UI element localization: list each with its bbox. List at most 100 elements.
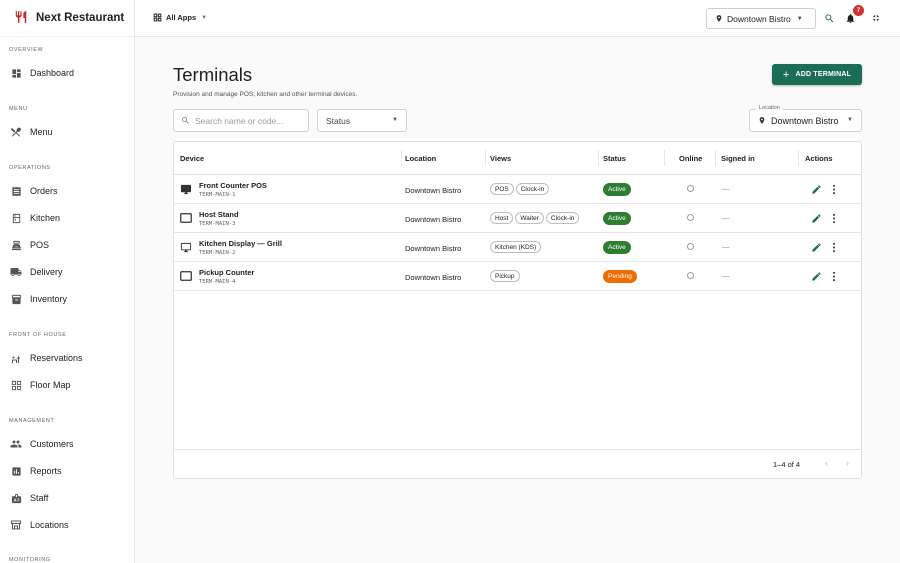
add-terminal-label: ADD TERMINAL bbox=[795, 71, 852, 78]
next-page-chevron-icon[interactable]: › bbox=[846, 458, 849, 468]
edit-pencil-icon[interactable] bbox=[810, 241, 822, 253]
inventory-icon bbox=[10, 293, 22, 305]
utensils-icon bbox=[10, 126, 22, 138]
search-field[interactable] bbox=[173, 109, 309, 132]
caret-down-icon: ▼ bbox=[796, 15, 803, 22]
pin-icon bbox=[715, 14, 723, 23]
sidebar-item-menu[interactable]: Menu bbox=[0, 122, 134, 142]
grid-icon bbox=[10, 379, 22, 391]
prev-page-chevron-icon[interactable]: ‹ bbox=[825, 458, 828, 468]
collapse-icon[interactable] bbox=[870, 12, 882, 24]
section-overview: OVERVIEW bbox=[9, 47, 44, 53]
all-apps-menu[interactable]: All Apps ▼ bbox=[153, 13, 207, 22]
sidebar-item-label: Menu bbox=[30, 127, 53, 137]
sidebar: Next Restaurant OVERVIEW Dashboard MENU … bbox=[0, 0, 135, 563]
column-header-signed-in[interactable]: Signed in bbox=[721, 154, 755, 163]
device-location: Downtown Bistro bbox=[405, 215, 462, 224]
offline-indicator-icon bbox=[687, 243, 694, 250]
view-chip: POS bbox=[490, 183, 514, 195]
sidebar-item-reservations[interactable]: Reservations bbox=[0, 348, 134, 368]
device-name: Front Counter POS bbox=[199, 181, 267, 190]
search-icon[interactable] bbox=[823, 12, 835, 24]
sidebar-item-label: Delivery bbox=[30, 267, 63, 277]
sidebar-item-delivery[interactable]: Delivery bbox=[0, 262, 134, 282]
device-code: TERM-MAIN-3 bbox=[199, 221, 236, 227]
sidebar-item-pos[interactable]: POS bbox=[0, 235, 134, 255]
device-name: Host Stand bbox=[199, 210, 239, 219]
people-icon bbox=[10, 438, 22, 450]
section-menu: MENU bbox=[9, 106, 28, 112]
view-chip: Waiter bbox=[515, 212, 544, 224]
search-input[interactable] bbox=[195, 115, 300, 126]
sidebar-item-label: Kitchen bbox=[30, 213, 61, 223]
views-chips: POS Clock-in bbox=[490, 183, 551, 195]
views-chips: Pickup bbox=[490, 270, 522, 282]
more-vert-icon[interactable] bbox=[830, 241, 838, 253]
sidebar-item-floor-map[interactable]: Floor Map bbox=[0, 375, 134, 395]
sidebar-item-kitchen[interactable]: Kitchen bbox=[0, 208, 134, 228]
location-switcher[interactable]: Downtown Bistro ▼ bbox=[706, 8, 816, 29]
sidebar-item-label: Dashboard bbox=[30, 68, 75, 78]
column-header-location[interactable]: Location bbox=[405, 154, 436, 163]
table-row[interactable]: Kitchen Display — Grill TERM-MAIN-2 Down… bbox=[174, 233, 861, 262]
signed-in-value: — bbox=[722, 184, 730, 193]
column-divider bbox=[798, 150, 799, 166]
column-header-device[interactable]: Device bbox=[180, 154, 204, 163]
brand[interactable]: Next Restaurant bbox=[0, 0, 134, 37]
more-vert-icon[interactable] bbox=[830, 183, 838, 195]
sidebar-item-label: Floor Map bbox=[30, 380, 71, 390]
column-divider bbox=[401, 150, 402, 166]
view-chip: Clock-in bbox=[545, 212, 580, 224]
device-location: Downtown Bistro bbox=[405, 273, 462, 282]
status-badge: Active bbox=[603, 241, 631, 254]
section-operations: OPERATIONS bbox=[9, 165, 51, 171]
storefront-icon bbox=[10, 519, 22, 531]
view-chip: Host bbox=[490, 212, 514, 224]
column-header-views[interactable]: Views bbox=[490, 154, 511, 163]
more-vert-icon[interactable] bbox=[830, 270, 838, 282]
column-header-status[interactable]: Status bbox=[603, 154, 626, 163]
apps-grid-icon bbox=[153, 13, 162, 22]
sidebar-item-orders[interactable]: Orders bbox=[0, 181, 134, 201]
topbar: All Apps ▼ Downtown Bistro ▼ 7 bbox=[135, 0, 900, 37]
sidebar-item-inventory[interactable]: Inventory bbox=[0, 289, 134, 309]
sidebar-item-locations[interactable]: Locations bbox=[0, 515, 134, 535]
app-name: Next Restaurant bbox=[36, 12, 125, 24]
status-filter-select[interactable]: Status ▼ bbox=[317, 109, 407, 132]
edit-pencil-icon[interactable] bbox=[810, 183, 822, 195]
sidebar-item-label: Reports bbox=[30, 466, 62, 476]
desktop-icon bbox=[180, 184, 192, 194]
terminals-table: Device Location Views Status Online Sign… bbox=[173, 141, 862, 479]
section-management: MANAGEMENT bbox=[9, 418, 55, 424]
sidebar-item-reports[interactable]: Reports bbox=[0, 461, 134, 481]
table-row[interactable]: Front Counter POS TERM-MAIN-1 Downtown B… bbox=[174, 175, 861, 204]
table-row[interactable]: Host Stand TERM-MAIN-3 Downtown Bistro H… bbox=[174, 204, 861, 233]
column-divider bbox=[715, 150, 716, 166]
sidebar-item-customers[interactable]: Customers bbox=[0, 434, 134, 454]
section-front-of-house: FRONT OF HOUSE bbox=[9, 332, 67, 338]
sidebar-item-label: Reservations bbox=[30, 353, 83, 363]
view-chip: Kitchen (KDS) bbox=[490, 241, 542, 253]
sidebar-item-staff[interactable]: Staff bbox=[0, 488, 134, 508]
add-terminal-button[interactable]: + ADD TERMINAL bbox=[772, 64, 862, 85]
edit-pencil-icon[interactable] bbox=[810, 212, 822, 224]
truck-icon bbox=[10, 266, 22, 278]
restaurant-logo-icon bbox=[14, 10, 34, 27]
section-monitoring: MONITORING bbox=[9, 557, 51, 563]
table-row[interactable]: Pickup Counter TERM-MAIN-4 Downtown Bist… bbox=[174, 262, 861, 291]
kitchen-icon bbox=[10, 212, 22, 224]
receipt-icon bbox=[10, 185, 22, 197]
sidebar-item-label: Customers bbox=[30, 439, 74, 449]
device-code: TERM-MAIN-2 bbox=[199, 250, 236, 256]
device-name: Kitchen Display — Grill bbox=[199, 239, 282, 248]
sidebar-item-dashboard[interactable]: Dashboard bbox=[0, 63, 134, 83]
edit-pencil-icon[interactable] bbox=[810, 270, 822, 282]
tablet-icon bbox=[180, 213, 192, 223]
more-vert-icon[interactable] bbox=[830, 212, 838, 224]
location-filter-select[interactable]: Location Downtown Bistro ▼ bbox=[749, 105, 862, 132]
pagination-range: 1–4 of 4 bbox=[773, 460, 801, 469]
location-label: Downtown Bistro bbox=[727, 13, 791, 24]
column-divider bbox=[664, 150, 665, 166]
status-filter-label: Status bbox=[326, 115, 351, 126]
column-header-online[interactable]: Online bbox=[679, 154, 702, 163]
